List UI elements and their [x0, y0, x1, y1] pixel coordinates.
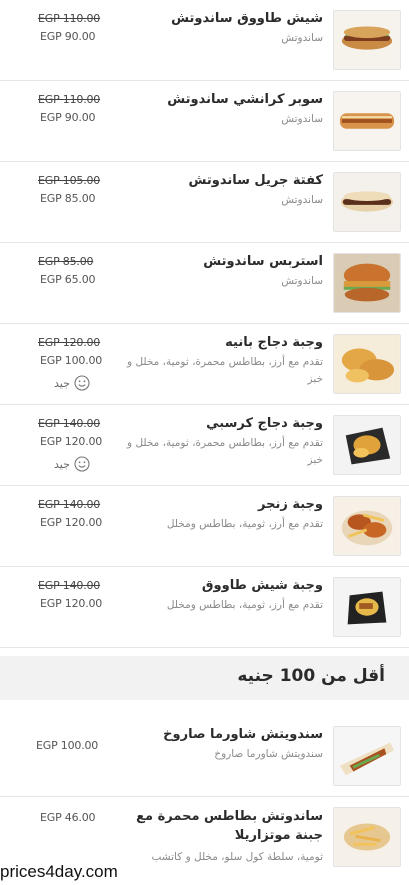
price: EGP 46.00	[40, 811, 96, 824]
old-price: EGP 140.00	[38, 417, 101, 430]
old-price: EGP 110.00	[38, 93, 101, 106]
item-name: ساندوتش بطاطس محمرة مع جبنة موتزاريلا	[136, 809, 323, 843]
old-price: EGP 110.00	[38, 12, 101, 25]
price: EGP 65.00	[40, 273, 96, 286]
item-description: ساندوتش	[281, 113, 323, 125]
item-description: تقدم مع أرز، بطاطس محمرة، ثومية، مخلل و …	[127, 437, 323, 466]
food-image	[333, 807, 401, 867]
rating: جيد	[54, 455, 90, 473]
smiley-icon	[74, 375, 90, 391]
food-image	[333, 10, 401, 70]
food-image	[333, 577, 401, 637]
menu-item[interactable]: وجبة دجاج كرسبي تقدم مع أرز، بطاطس محمرة…	[0, 405, 409, 486]
old-price: EGP 140.00	[38, 579, 101, 592]
item-description: تقدم مع أرز، ثومية، بطاطس ومخلل	[166, 599, 323, 611]
price: EGP 90.00	[40, 111, 96, 124]
menu-item[interactable]: وجبة دجاج بانيه تقدم مع أرز، بطاطس محمرة…	[0, 324, 409, 405]
item-name: وجبة دجاج كرسبي	[206, 416, 323, 431]
menu-item[interactable]: استربس ساندوتش ساندوتش EGP 85.00 EGP 65.…	[0, 243, 409, 324]
menu-item[interactable]: ساندوتش بطاطس محمرة مع جبنة موتزاريلا ثو…	[0, 797, 409, 867]
item-name: وجبة دجاج بانيه	[225, 335, 323, 350]
smiley-icon	[74, 456, 90, 472]
item-name: سوبر كرانشي ساندوتش	[167, 92, 323, 107]
menu-item[interactable]: وجبة زنجر تقدم مع أرز، ثومية، بطاطس ومخل…	[0, 486, 409, 567]
item-name: سندويتش شاورما صاروخ	[163, 727, 323, 742]
item-description: سندويتش شاورما صاروخ	[214, 748, 323, 760]
price: EGP 120.00	[40, 597, 103, 610]
item-description: ساندوتش	[281, 32, 323, 44]
item-description: ساندوتش	[281, 275, 323, 287]
price: EGP 120.00	[40, 435, 103, 448]
rating: جيد	[54, 374, 90, 392]
price: EGP 100.00	[36, 739, 99, 752]
item-description: تقدم مع أرز، ثومية، بطاطس ومخلل	[166, 518, 323, 530]
old-price: EGP 105.00	[38, 174, 101, 187]
item-name: شيش طاووق ساندوتش	[171, 11, 323, 26]
rating-label: جيد	[54, 457, 70, 471]
price: EGP 100.00	[40, 354, 103, 367]
food-image	[333, 253, 401, 313]
food-image	[333, 91, 401, 151]
item-name: استربس ساندوتش	[203, 254, 323, 269]
food-image	[333, 415, 401, 475]
menu-item[interactable]: سندويتش شاورما صاروخ سندويتش شاورما صارو…	[0, 716, 409, 797]
food-image	[333, 334, 401, 394]
price: EGP 85.00	[40, 192, 96, 205]
menu-item[interactable]: شيش طاووق ساندوتش ساندوتش EGP 110.00 EGP…	[0, 0, 409, 81]
old-price: EGP 120.00	[38, 336, 101, 349]
rating-label: جيد	[54, 376, 70, 390]
food-image	[333, 496, 401, 556]
item-description: ساندوتش	[281, 194, 323, 206]
item-name: وجبة شيش طاووق	[201, 578, 323, 593]
food-image	[333, 726, 401, 786]
item-description: ثومية، سلطة كول سلو، مخلل و كاتشب	[151, 851, 323, 863]
price: EGP 90.00	[40, 30, 96, 43]
menu-item[interactable]: كفتة جريل ساندوتش ساندوتش EGP 105.00 EGP…	[0, 162, 409, 243]
item-name: كفتة جريل ساندوتش	[188, 173, 324, 188]
item-description: تقدم مع أرز، بطاطس محمرة، ثومية، مخلل و …	[127, 356, 323, 385]
old-price: EGP 85.00	[38, 255, 94, 268]
watermark: prices4day.com	[0, 862, 118, 881]
item-name: وجبة زنجر	[258, 497, 323, 512]
menu-item[interactable]: سوبر كرانشي ساندوتش ساندوتش EGP 110.00 E…	[0, 81, 409, 162]
food-image	[333, 172, 401, 232]
price: EGP 120.00	[40, 516, 103, 529]
old-price: EGP 140.00	[38, 498, 101, 511]
menu-item[interactable]: وجبة شيش طاووق تقدم مع أرز، ثومية، بطاطس…	[0, 567, 409, 648]
section-title: أقل من 100 جنيه	[237, 666, 385, 686]
section-header: أقل من 100 جنيه	[0, 656, 409, 700]
